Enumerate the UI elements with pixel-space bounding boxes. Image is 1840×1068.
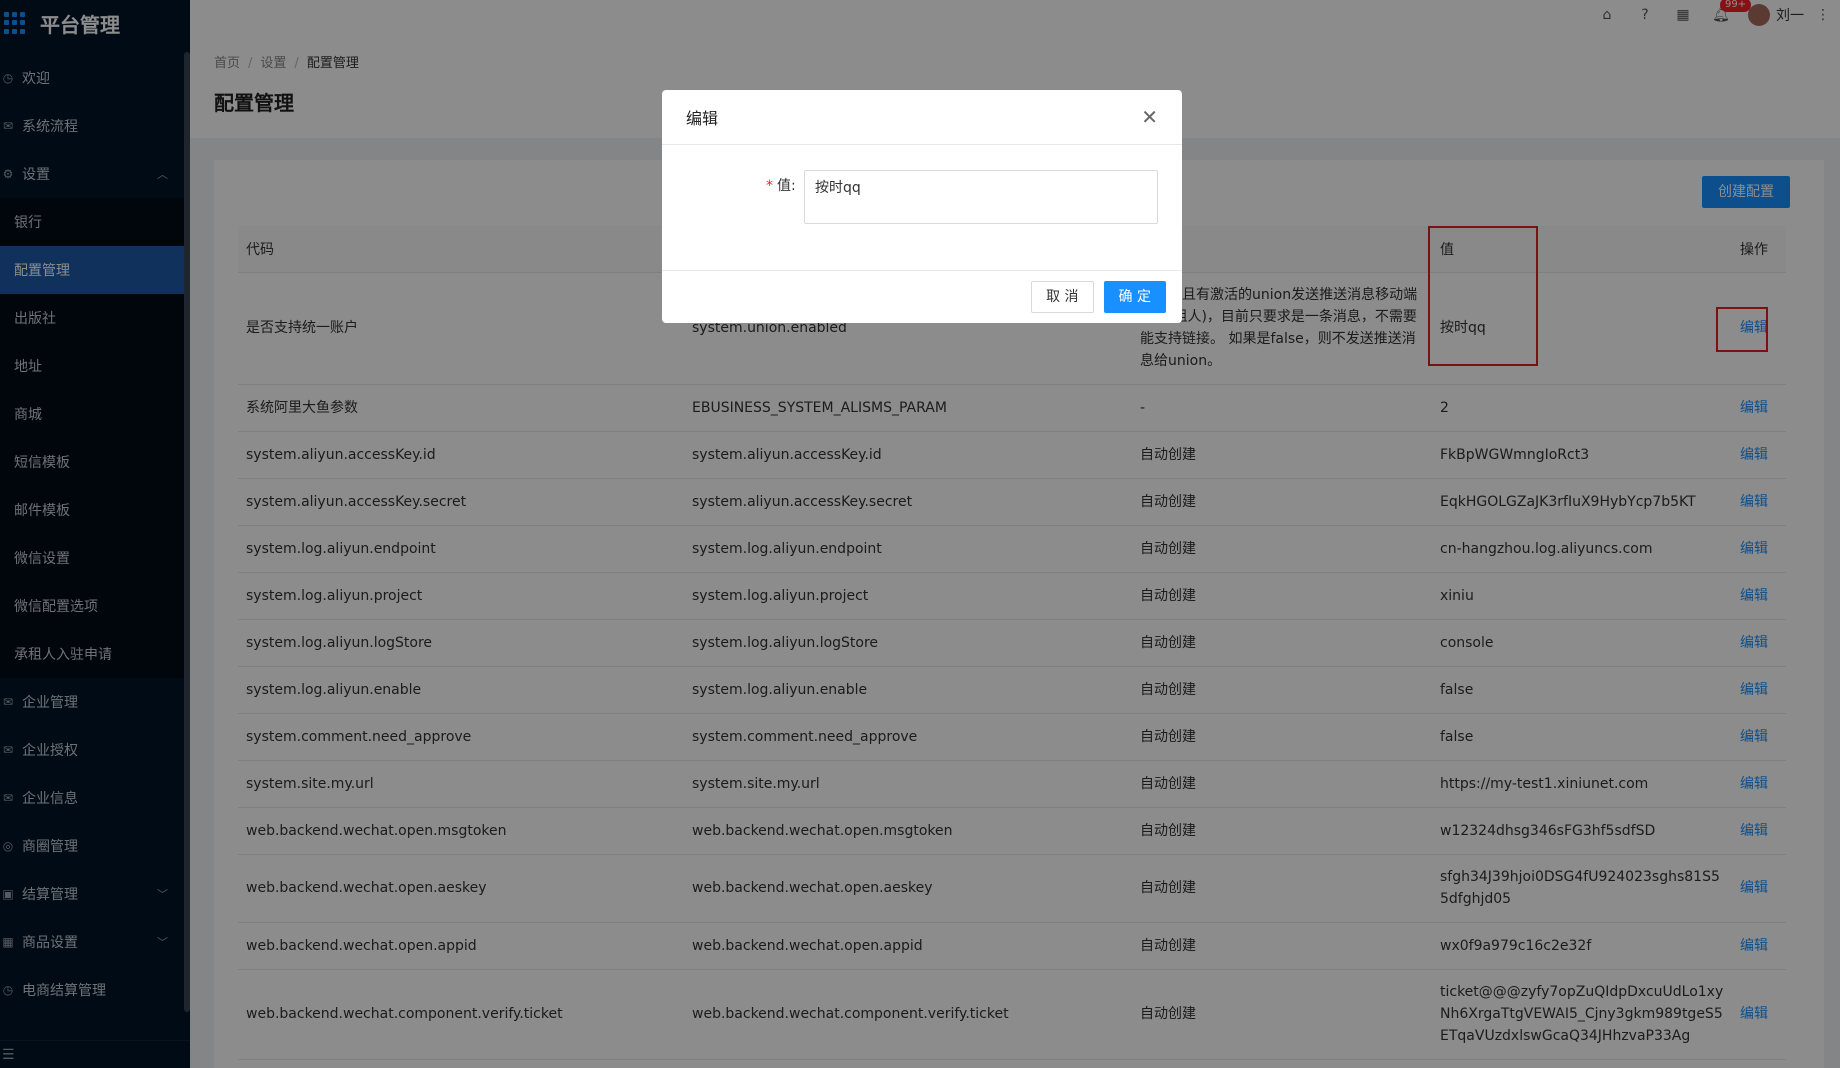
modal-title: 编辑 xyxy=(686,109,719,128)
cancel-button[interactable]: 取 消 xyxy=(1031,281,1094,313)
modal-body: * 值: 按时qq xyxy=(662,145,1182,271)
value-textarea[interactable]: 按时qq xyxy=(804,170,1158,224)
ok-button[interactable]: 确 定 xyxy=(1103,281,1166,313)
modal-footer: 取 消 确 定 xyxy=(662,271,1182,323)
required-mark: * xyxy=(766,178,773,194)
edit-modal: 编辑 ✕ * 值: 按时qq 取 消 确 定 xyxy=(662,90,1182,323)
close-icon[interactable]: ✕ xyxy=(1141,105,1158,129)
value-field-label: * 值: xyxy=(766,178,796,194)
modal-header: 编辑 ✕ xyxy=(662,90,1182,145)
